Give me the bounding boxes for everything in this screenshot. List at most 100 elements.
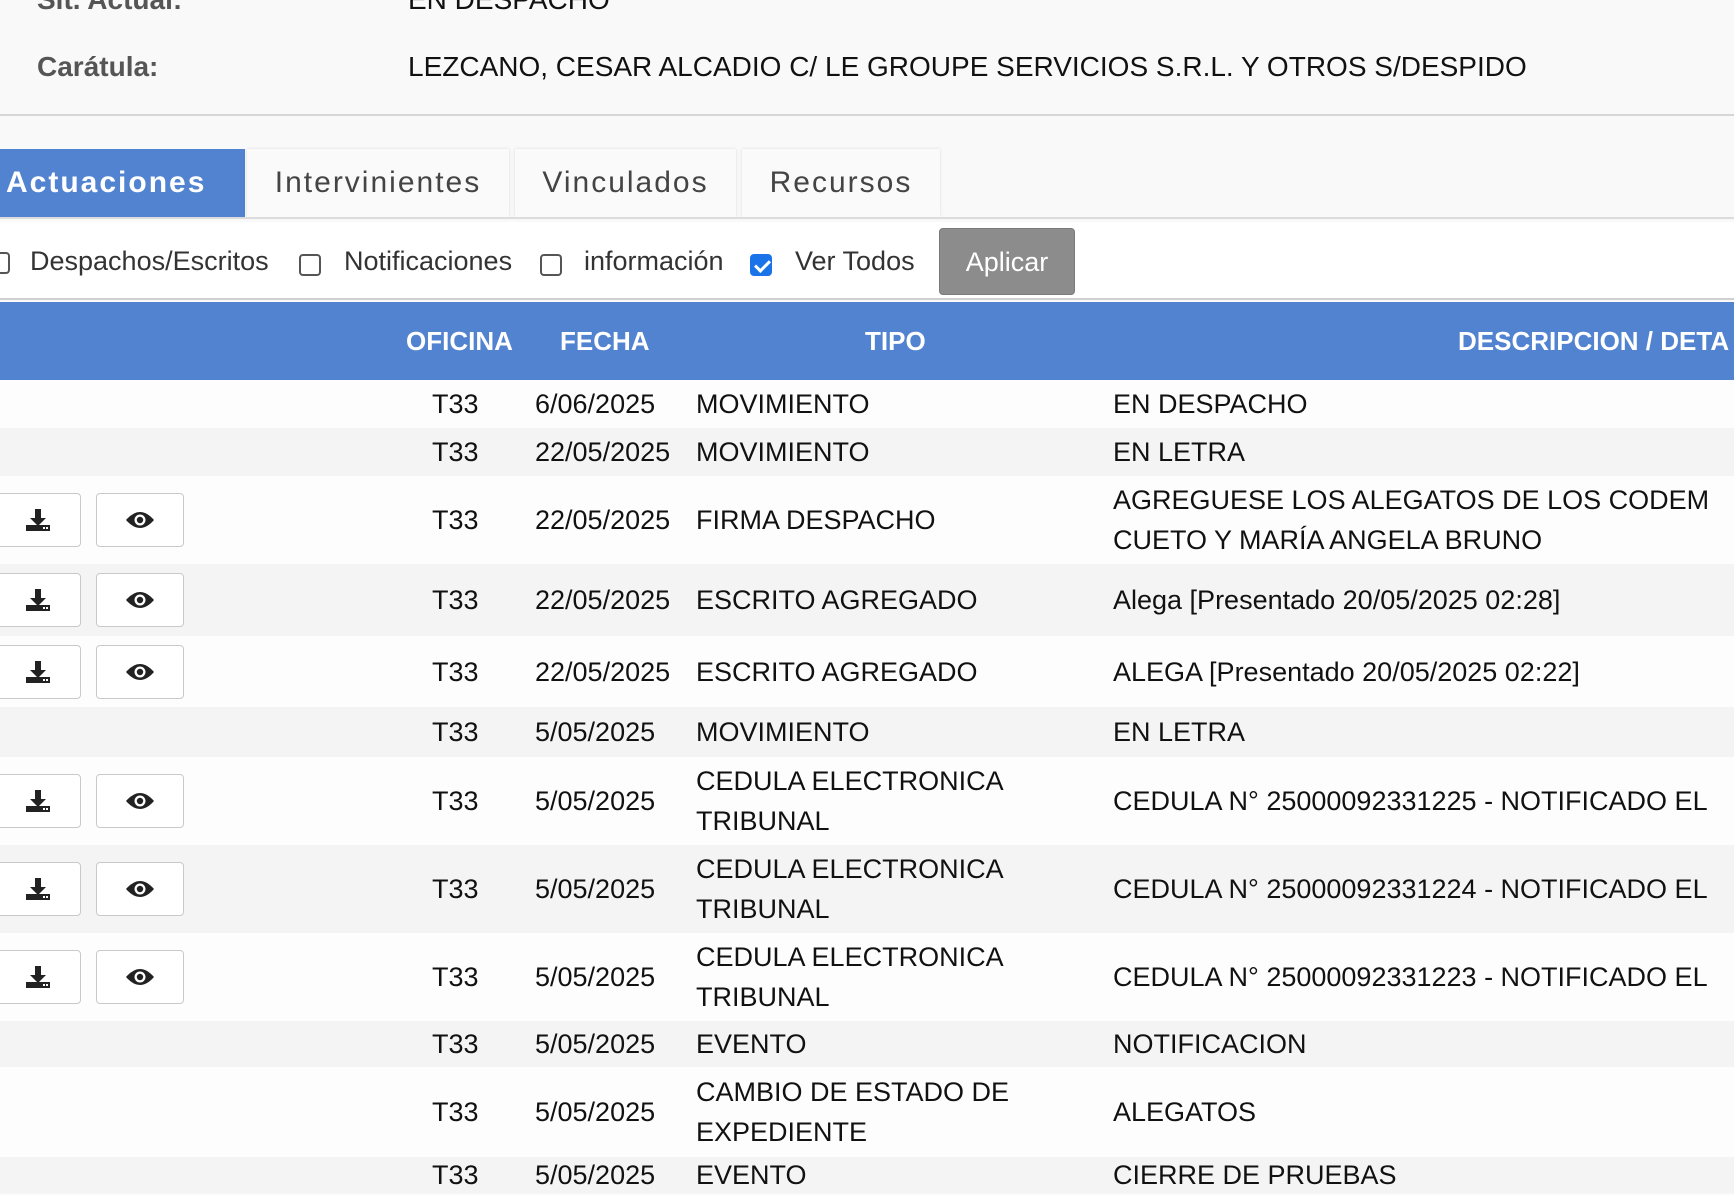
- filter-label-informacion: información: [584, 246, 724, 276]
- cell-fecha: 6/06/2025: [535, 389, 656, 419]
- cell-fecha: 22/05/2025: [535, 585, 671, 615]
- cell-oficina: T33: [432, 656, 479, 687]
- cell-descripcion-line: CUETO Y MARÍA ANGELA BRUNO: [1113, 525, 1543, 555]
- cell-tipo-line: CEDULA ELECTRONICA: [696, 854, 1004, 884]
- tab-intervinientes[interactable]: Intervinientes: [247, 149, 509, 217]
- cell-descripcion-line: ALEGATOS: [1113, 1097, 1257, 1127]
- cell-tipo-line: EVENTO: [696, 1029, 807, 1059]
- download-button[interactable]: [0, 774, 81, 828]
- cell-tipo: CAMBIO DE ESTADO DE EXPEDIENTE: [696, 1072, 1009, 1152]
- cell-tipo-line: ESCRITO AGREGADO: [696, 656, 978, 687]
- cell-fecha: 5/05/2025: [535, 874, 656, 904]
- cell-descripcion-line: NOTIFICACION: [1113, 1029, 1307, 1059]
- view-button[interactable]: [96, 644, 184, 699]
- cell-oficina: T33: [432, 585, 479, 615]
- cell-fecha: 5/05/2025: [535, 1029, 656, 1059]
- cell-fecha: 22/05/2025: [535, 437, 671, 467]
- header-divider: [0, 114, 1734, 116]
- cell-tipo: FIRMA DESPACHO: [696, 500, 936, 540]
- cell-descripcion-line: ALEGA [Presentado 20/05/2025 02:22]: [1113, 656, 1580, 687]
- download-button[interactable]: [0, 573, 81, 627]
- cell-descripcion: CEDULA N° 25000092331223 - NOTIFICADO EL: [1113, 957, 1708, 997]
- tabs-divider: [0, 217, 1734, 219]
- filter-bar: Despachos/Escritos Notificaciones inform…: [0, 222, 1734, 300]
- caratula-label: Carátula:: [37, 51, 159, 82]
- cell-oficina: T33: [432, 962, 479, 992]
- tab-vinculados[interactable]: Vinculados: [515, 149, 736, 217]
- view-button[interactable]: [96, 950, 184, 1004]
- cell-descripcion-line: CEDULA N° 25000092331225 - NOTIFICADO EL: [1113, 786, 1708, 816]
- cell-descripcion: ALEGATOS: [1113, 1092, 1256, 1132]
- table-row: T33 5/05/2025 EVENTO CIERRE DE PRUEBAS: [0, 1157, 1734, 1193]
- cell-tipo-line: EVENTO: [696, 1160, 807, 1190]
- cell-tipo: CEDULA ELECTRONICA TRIBUNAL: [696, 849, 1004, 929]
- cell-descripcion-line: AGREGUESE LOS ALEGATOS DE LOS CODEM: [1113, 485, 1710, 515]
- download-button[interactable]: [0, 950, 81, 1004]
- cell-descripcion-line: EN LETRA: [1113, 717, 1246, 747]
- caratula-value: LEZCANO, CESAR ALCADIO C/ LE GROUPE SERV…: [408, 51, 1527, 82]
- cell-fecha: 5/05/2025: [535, 1160, 656, 1190]
- tab-recursos[interactable]: Recursos: [742, 149, 940, 217]
- cell-fecha: 22/05/2025: [535, 505, 671, 535]
- checkbox-despachos-escritos[interactable]: [0, 252, 10, 274]
- cell-descripcion-line: CIERRE DE PRUEBAS: [1113, 1160, 1397, 1190]
- cell-tipo-line: FIRMA DESPACHO: [696, 505, 936, 535]
- filter-label-despachos-escritos: Despachos/Escritos: [30, 246, 269, 276]
- filter-label-ver-todos: Ver Todos: [795, 246, 915, 276]
- checkbox-ver-todos[interactable]: [750, 254, 772, 276]
- cell-descripcion: ALEGA [Presentado 20/05/2025 02:22]: [1113, 652, 1580, 692]
- download-button[interactable]: [0, 493, 81, 547]
- download-button[interactable]: [0, 862, 81, 916]
- column-header-oficina[interactable]: OFICINA: [406, 326, 513, 357]
- cell-tipo-line: ESCRITO AGREGADO: [696, 585, 978, 615]
- cell-tipo: EVENTO: [696, 1155, 807, 1195]
- cell-descripcion: CEDULA N° 25000092331224 - NOTIFICADO EL: [1113, 869, 1708, 909]
- download-button[interactable]: [0, 644, 81, 699]
- view-button[interactable]: [96, 573, 184, 627]
- cell-fecha: 5/05/2025: [535, 717, 656, 747]
- cell-descripcion: Alega [Presentado 20/05/2025 02:28]: [1113, 580, 1560, 620]
- cell-oficina: T33: [432, 1029, 479, 1059]
- cell-tipo: ESCRITO AGREGADO: [696, 652, 978, 692]
- cell-descripcion-line: CEDULA N° 25000092331223 - NOTIFICADO EL: [1113, 962, 1708, 992]
- column-header-tipo[interactable]: TIPO: [865, 326, 926, 357]
- column-header-fecha[interactable]: FECHA: [560, 326, 650, 357]
- cell-fecha: 22/05/2025: [535, 656, 671, 687]
- checkbox-notificaciones[interactable]: [299, 254, 321, 276]
- table-row: T33 5/05/2025 CEDULA ELECTRONICA TRIBUNAL CE…: [0, 933, 1734, 1021]
- cell-descripcion: CIERRE DE PRUEBAS: [1113, 1155, 1397, 1195]
- cell-tipo-line: TRIBUNAL: [696, 982, 830, 1012]
- view-button[interactable]: [96, 774, 184, 828]
- cell-tipo: CEDULA ELECTRONICA TRIBUNAL: [696, 761, 1004, 841]
- cell-tipo: ESCRITO AGREGADO: [696, 580, 978, 620]
- cell-oficina: T33: [432, 874, 479, 904]
- cell-oficina: T33: [432, 437, 479, 467]
- cell-oficina: T33: [432, 786, 479, 816]
- cell-tipo: MOVIMIENTO: [696, 432, 870, 472]
- cell-tipo-line: CEDULA ELECTRONICA: [696, 942, 1004, 972]
- cell-descripcion: AGREGUESE LOS ALEGATOS DE LOS CODEM CUETO…: [1113, 480, 1709, 560]
- table-row: T33 22/05/2025 MOVIMIENTO EN LETRA: [0, 428, 1734, 476]
- situacion-label: Sit. Actual:: [37, 0, 182, 16]
- cell-fecha: 5/05/2025: [535, 962, 656, 992]
- checkbox-informacion[interactable]: [540, 254, 562, 276]
- table-row: T33 22/05/2025 FIRMA DESPACHO AGREGUESE LOS…: [0, 476, 1734, 564]
- cell-descripcion-line: EN LETRA: [1113, 437, 1246, 467]
- table-header: OFICINA FECHA TIPO DESCRIPCION / DETA: [0, 302, 1734, 380]
- cell-tipo-line: MOVIMIENTO: [696, 389, 870, 419]
- cell-descripcion: EN LETRA: [1113, 712, 1245, 752]
- table-row: T33 5/05/2025 CAMBIO DE ESTADO DE EXPEDIENT…: [0, 1067, 1734, 1157]
- cell-tipo-line: TRIBUNAL: [696, 894, 830, 924]
- table-row: T33 5/05/2025 MOVIMIENTO EN LETRA: [0, 707, 1734, 757]
- tab-actuaciones[interactable]: Actuaciones: [0, 149, 245, 217]
- cell-fecha: 5/05/2025: [535, 786, 656, 816]
- cell-tipo-line: EXPEDIENTE: [696, 1117, 868, 1147]
- view-button[interactable]: [96, 493, 184, 547]
- apply-button[interactable]: Aplicar: [939, 228, 1075, 295]
- cell-tipo-line: MOVIMIENTO: [696, 717, 870, 747]
- column-header-descripcion[interactable]: DESCRIPCION / DETA: [1458, 326, 1729, 357]
- view-button[interactable]: [96, 862, 184, 916]
- cell-oficina: T33: [432, 1160, 479, 1190]
- cell-descripcion: EN DESPACHO: [1113, 384, 1308, 424]
- cell-tipo: EVENTO: [696, 1024, 807, 1064]
